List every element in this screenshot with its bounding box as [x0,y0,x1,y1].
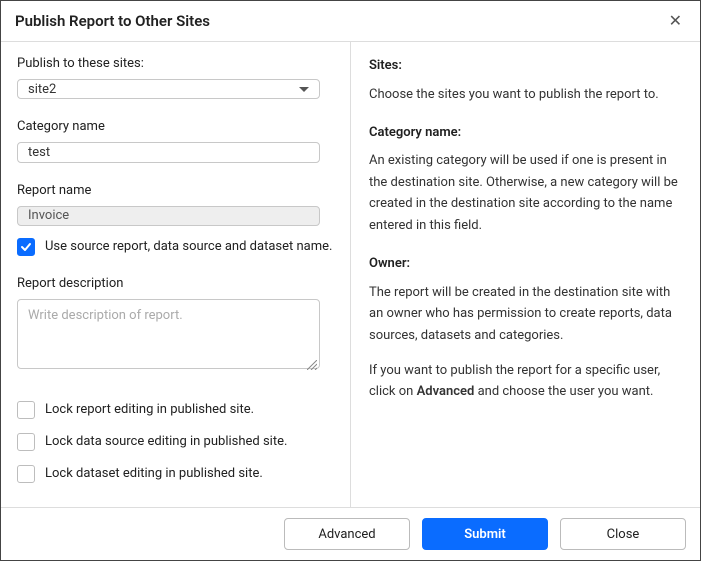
form-pane: Publish to these sites: site2 Category n… [1,42,351,507]
lock-report-label[interactable]: Lock report editing in published site. [45,402,254,417]
use-source-label[interactable]: Use source report, data source and datas… [45,239,332,254]
help-owner-text2: If you want to publish the report for a … [369,360,682,403]
submit-button[interactable]: Submit [422,518,548,550]
sites-select[interactable]: site2 [17,79,320,99]
lock-dataset-label[interactable]: Lock dataset editing in published site. [45,466,263,481]
category-input[interactable] [17,142,320,162]
check-icon [20,241,32,253]
help-owner-text1: The report will be created in the destin… [369,282,682,346]
help-sites-text: Choose the sites you want to publish the… [369,84,682,105]
help-owner-advanced: Advanced [417,384,475,399]
description-textarea[interactable] [17,299,320,369]
category-label: Category name [17,119,334,134]
help-pane: Sites: Choose the sites you want to publ… [351,42,700,507]
sites-label: Publish to these sites: [17,56,334,71]
lock-report-checkbox[interactable] [17,401,35,419]
help-category-text: An existing category will be used if one… [369,150,682,236]
chevron-down-icon [299,87,309,92]
dialog-title: Publish Report to Other Sites [15,12,210,30]
close-button[interactable]: Close [560,518,686,550]
reportname-label: Report name [17,183,334,198]
lock-datasource-label[interactable]: Lock data source editing in published si… [45,434,287,449]
help-sites-heading: Sites: [369,56,682,76]
use-source-checkbox[interactable] [17,238,35,256]
sites-select-value: site2 [28,82,56,97]
help-category-heading: Category name: [369,123,682,143]
close-icon[interactable]: ✕ [665,11,686,31]
lock-datasource-checkbox[interactable] [17,433,35,451]
reportname-input [17,206,320,226]
help-owner-heading: Owner: [369,254,682,274]
dialog-footer: Advanced Submit Close [1,507,700,560]
dialog-header: Publish Report to Other Sites ✕ [1,1,700,42]
dialog-content: Publish to these sites: site2 Category n… [1,42,700,507]
lock-dataset-checkbox[interactable] [17,465,35,483]
description-label: Report description [17,276,334,291]
advanced-button[interactable]: Advanced [284,518,410,550]
